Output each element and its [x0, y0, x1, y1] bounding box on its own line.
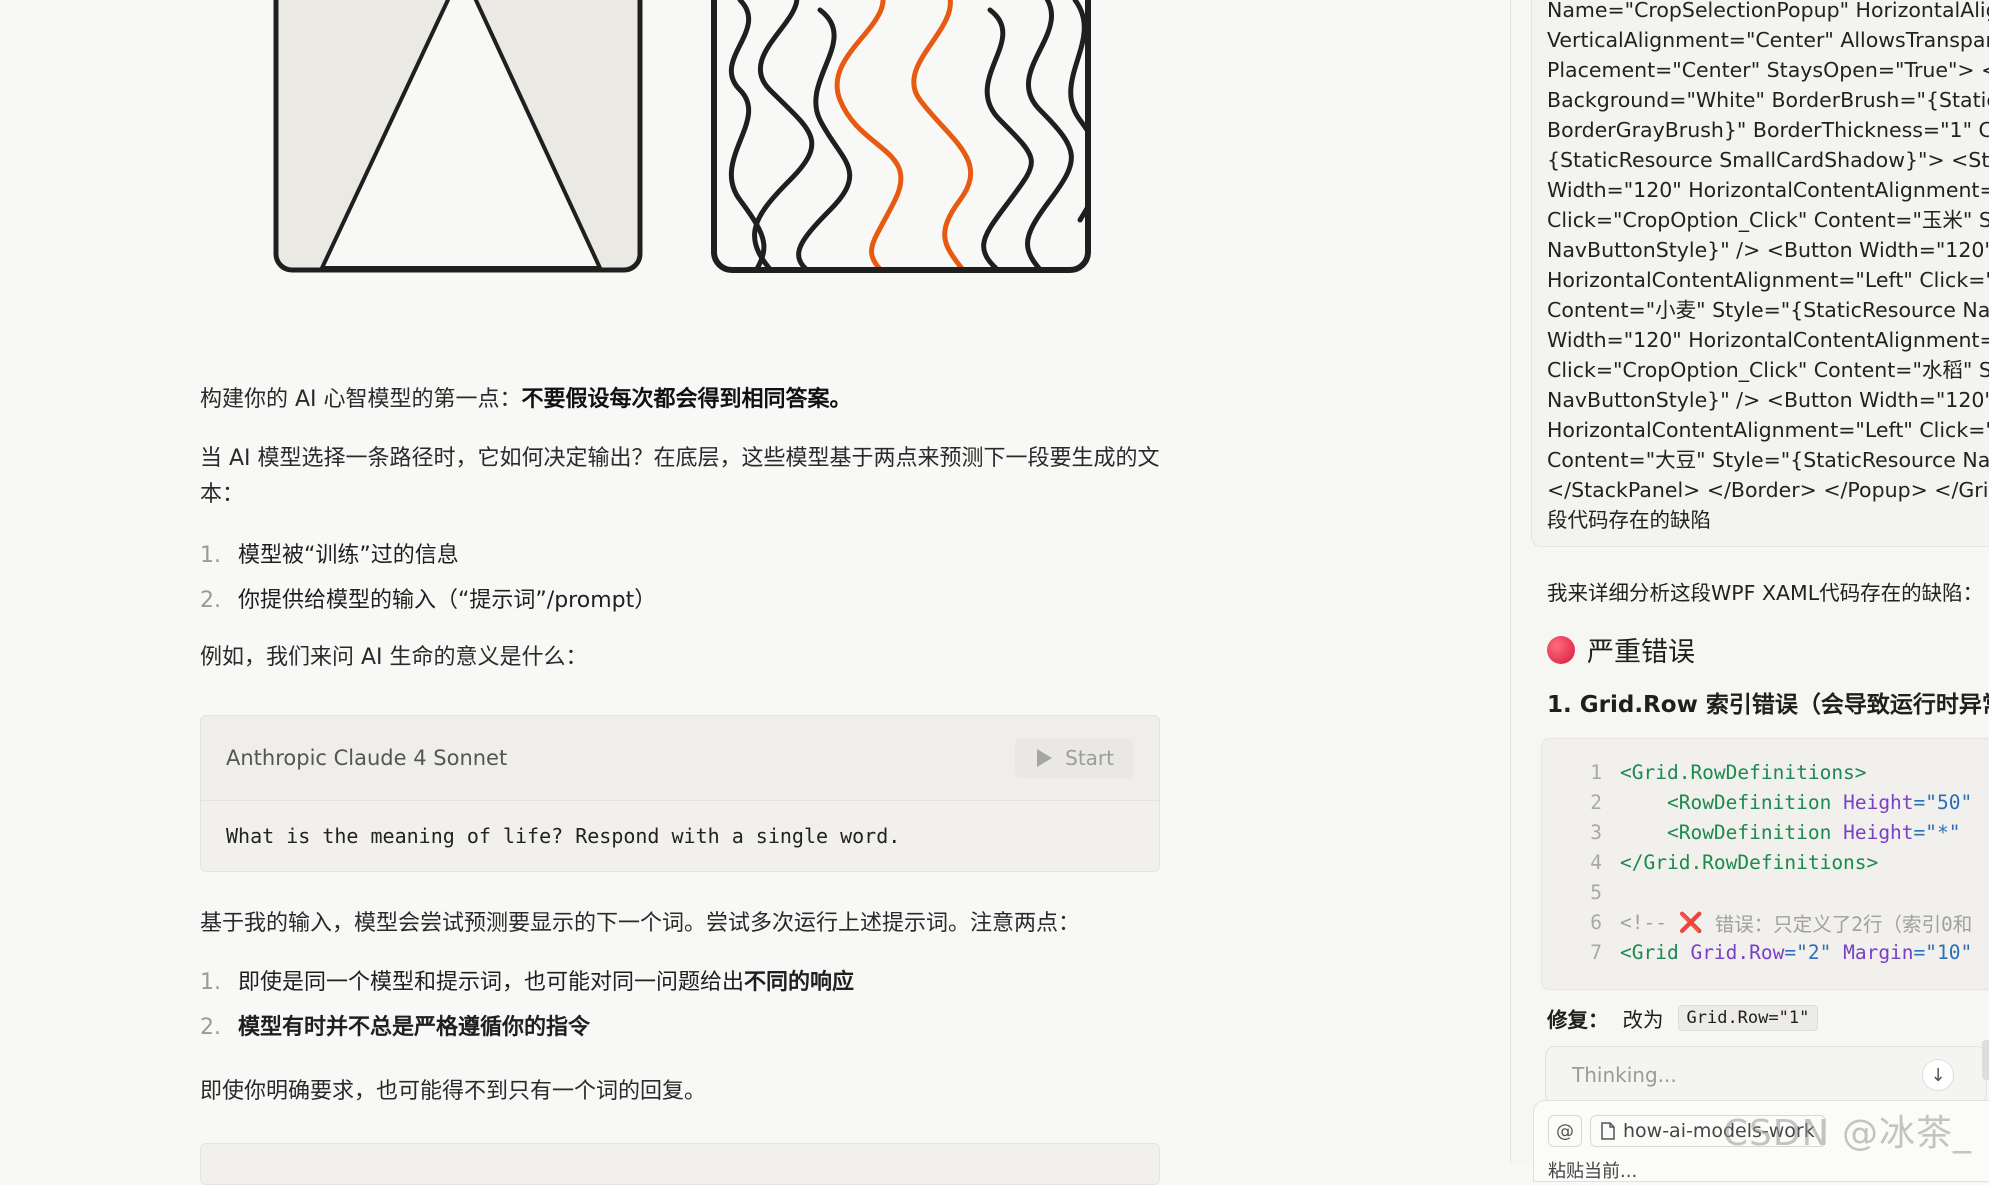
- start-button-label: Start: [1065, 746, 1114, 770]
- user-message-line: {StaticResource SmallCardShadow}"> <Stac…: [1547, 148, 1989, 172]
- list-item: 2. 你提供给模型的输入（“提示词”/prompt）: [200, 588, 657, 613]
- triangle-illustration: [270, 0, 650, 280]
- user-message-line: Placement="Center" StaysOpen="True"> <Bo…: [1547, 58, 1989, 82]
- user-message-line: Width="120" HorizontalContentAlignment="…: [1547, 328, 1989, 352]
- code-line: 4 </Grid.RowDefinitions>: [1590, 850, 1879, 874]
- user-message-line: Background="White" BorderBrush="{StaticR…: [1547, 88, 1989, 112]
- paragraph-single-word: 即使你明确要求，也可能得不到只有一个词的回复。: [200, 1079, 707, 1104]
- fix-suggestion: 修复： 改为 Grid.Row="1": [1547, 1003, 1819, 1033]
- model-name: Anthropic Claude 4 Sonnet: [226, 746, 508, 770]
- prompt-runner-2: [200, 1143, 1160, 1185]
- thinking-label: Thinking...: [1572, 1063, 1677, 1087]
- user-message-line: Content="小麦" Style="{StaticResource NavB…: [1547, 298, 1989, 322]
- user-message-line: Content="大豆" Style="{StaticResource NavB…: [1547, 448, 1989, 472]
- play-icon: [1037, 749, 1053, 767]
- assistant-intro: 我来详细分析这段WPF XAML代码存在的缺陷：: [1547, 581, 1984, 605]
- paragraph-predict: 基于我的输入，模型会尝试预测要显示的下一个词。尝试多次运行上述提示词。注意两点：: [200, 911, 1081, 936]
- user-message-line: HorizontalContentAlignment="Left" Click=…: [1547, 418, 1989, 442]
- user-message-line: NavButtonStyle}" /> <Button Width="120": [1547, 388, 1989, 412]
- user-message-line: NavButtonStyle}" /> <Button Width="120": [1547, 238, 1989, 262]
- code-line: 7 <Grid Grid.Row ="2" Margin ="10": [1590, 940, 1973, 964]
- prompt-text: What is the meaning of life? Respond wit…: [226, 824, 901, 848]
- at-icon: @: [1556, 1120, 1574, 1142]
- ordered-list-inputs: 1. 模型被“训练”过的信息 2. 你提供给模型的输入（“提示词”/prompt）: [200, 533, 1160, 623]
- code-line: 1 <Grid.RowDefinitions>: [1590, 760, 1867, 784]
- waves-illustration: [710, 0, 1092, 280]
- user-message-line: Name="CropSelectionPopup" HorizontalAlig…: [1547, 0, 1989, 22]
- article-pane: 构建你的 AI 心智模型的第一点：不要假设每次都会得到相同答案。 当 AI 模型…: [0, 0, 1510, 1185]
- user-message-line: Width="120" HorizontalContentAlignment="…: [1547, 178, 1989, 202]
- ordered-list-notes: 1. 即使是同一个模型和提示词，也可能对同一问题给出不同的响应 2. 模型有时并不总…: [200, 960, 1160, 1050]
- code-line: 6 <!-- ❌ 错误：只定义了2行（索引0和: [1590, 910, 1973, 936]
- composer-hint: 粘贴当前...: [1548, 1161, 1638, 1182]
- p1-bold: 不要假设每次都会得到相同答案。: [521, 387, 852, 412]
- code-line: 5: [1590, 880, 1602, 904]
- paragraph-how-decide: 当 AI 模型选择一条路径时，它如何决定输出？在底层，这些模型基于两点来预测下一…: [200, 446, 1160, 507]
- code-block: 1 <Grid.RowDefinitions> 2 <RowDefinition …: [1541, 738, 1989, 990]
- list-item: 2. 模型有时并不总是严格遵循你的指令: [200, 1015, 591, 1040]
- list-item: 1. 即使是同一个模型和提示词，也可能对同一问题给出不同的响应: [200, 970, 855, 995]
- user-message-line: 段代码存在的缺陷: [1547, 508, 1711, 532]
- section-heading-critical: 严重错误: [1547, 630, 1695, 669]
- paragraph-example: 例如，我们来问 AI 生命的意义是什么：: [200, 645, 588, 670]
- code-line: 3 <RowDefinition Height ="*": [1590, 820, 1961, 844]
- chat-composer[interactable]: @ how-ai-models-work 粘贴当前...: [1533, 1100, 1989, 1182]
- prompt-runner: Anthropic Claude 4 Sonnet Start What is …: [200, 715, 1160, 872]
- code-line: 2 <RowDefinition Height ="50": [1590, 790, 1973, 814]
- scroll-down-button[interactable]: ↓: [1922, 1059, 1954, 1091]
- list-item: 1. 模型被“训练”过的信息: [200, 543, 459, 568]
- start-button[interactable]: Start: [1015, 738, 1134, 778]
- user-message-line: BorderGrayBrush}" BorderThickness="1" Co…: [1547, 118, 1989, 142]
- panel-edge-handle[interactable]: [1982, 1040, 1989, 1080]
- p1-lead: 构建你的 AI 心智模型的第一点：: [200, 387, 522, 412]
- attached-file-chip[interactable]: how-ai-models-work: [1590, 1115, 1826, 1147]
- mention-button[interactable]: @: [1548, 1115, 1582, 1147]
- red-circle-icon: [1547, 635, 1575, 664]
- arrow-down-icon: ↓: [1930, 1064, 1946, 1086]
- file-icon: [1601, 1122, 1615, 1140]
- thinking-indicator: Thinking... ↓: [1545, 1046, 1987, 1104]
- user-message-line: Click="CropOption_Click" Content="水稻" St…: [1547, 358, 1989, 382]
- fix-label: 修复：: [1547, 1008, 1609, 1032]
- fix-text: 改为: [1622, 1008, 1664, 1032]
- prompt-runner-header: Anthropic Claude 4 Sonnet Start: [201, 716, 1159, 801]
- fix-code: Grid.Row="1": [1677, 1005, 1819, 1031]
- user-message-line: HorizontalContentAlignment="Left" Click=…: [1547, 268, 1989, 292]
- paragraph-first-point: 构建你的 AI 心智模型的第一点：不要假设每次都会得到相同答案。: [200, 382, 1160, 418]
- chat-pane: Name="CropSelectionPopup" HorizontalAlig…: [1510, 0, 1989, 1182]
- cross-mark-icon: ❌: [1678, 910, 1703, 934]
- user-message-line: </StackPanel> </Border> </Popup> </Grid>…: [1547, 478, 1989, 502]
- user-message-line: VerticalAlignment="Center" AllowsTranspa…: [1547, 28, 1989, 52]
- issue-title: 1. Grid.Row 索引错误（会导致运行时异常）: [1547, 692, 1989, 718]
- user-message-line: Click="CropOption_Click" Content="玉米" St…: [1547, 208, 1989, 232]
